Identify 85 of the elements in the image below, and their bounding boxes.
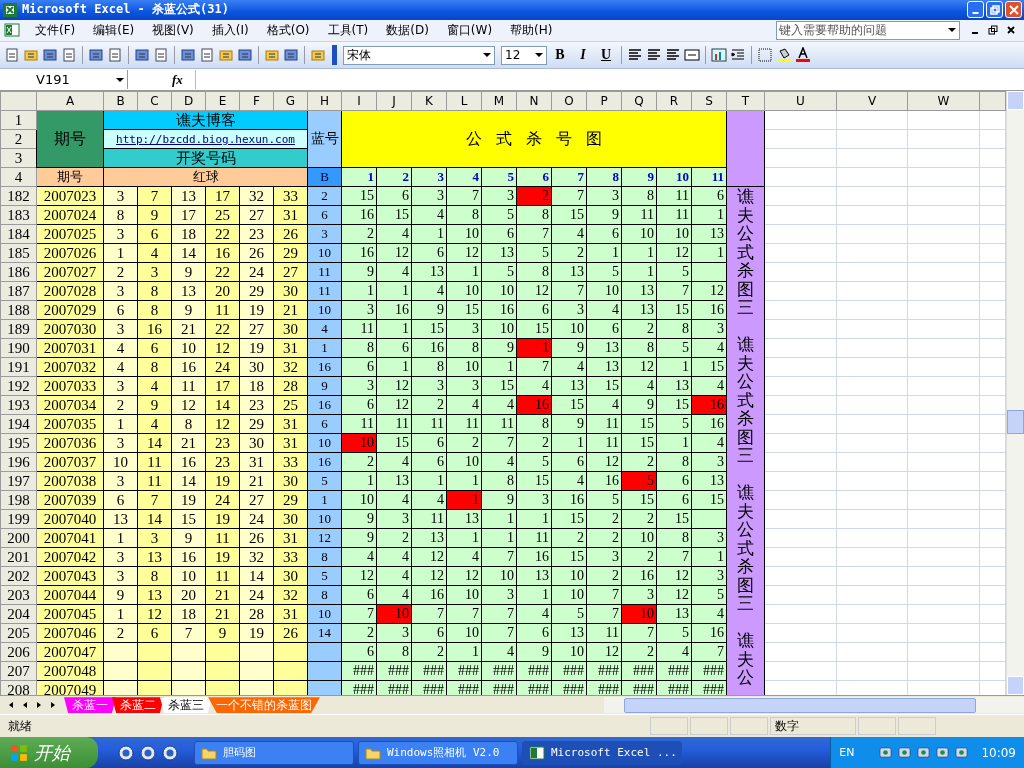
minimize-button[interactable]: [967, 1, 984, 19]
status-panel: [898, 717, 936, 736]
font-color-icon[interactable]: [795, 47, 811, 64]
maximize-button[interactable]: [986, 1, 1003, 19]
dropdown-arrow-icon[interactable]: [116, 77, 124, 82]
menu-item[interactable]: 插入(I): [202, 21, 258, 39]
column-header[interactable]: U: [764, 91, 837, 111]
chart-icon[interactable]: [711, 47, 727, 64]
merge-cells-icon[interactable]: [684, 47, 700, 64]
column-header[interactable]: I: [341, 91, 377, 111]
sheet-tab[interactable]: 杀蓝三: [160, 697, 212, 714]
close-icon[interactable]: [1006, 25, 1016, 36]
borders-icon[interactable]: [757, 47, 773, 64]
status-mode: 数字: [770, 717, 856, 736]
column-header[interactable]: H: [307, 91, 342, 111]
workbook-icon[interactable]: [4, 22, 20, 39]
column-header[interactable]: Q: [621, 91, 657, 111]
column-header[interactable]: M: [481, 91, 517, 111]
font-size-field[interactable]: 12: [501, 45, 547, 65]
horizontal-scrollbar[interactable]: [604, 697, 1024, 714]
column-header[interactable]: D: [171, 91, 206, 111]
column-header[interactable]: L: [446, 91, 482, 111]
flag-icon: [10, 743, 28, 762]
column-header[interactable]: P: [586, 91, 622, 111]
column-header[interactable]: T: [726, 91, 765, 111]
menu-item[interactable]: 视图(V): [143, 21, 203, 39]
taskbar-button[interactable]: Microsoft Excel ...: [522, 740, 682, 765]
name-box[interactable]: V191: [0, 70, 128, 90]
toolbar-grip-icon[interactable]: [332, 45, 337, 66]
spreadsheet-icon: [529, 744, 545, 761]
status-text: 就绪: [8, 717, 33, 735]
dropdown-arrow-icon: [948, 28, 956, 33]
column-header[interactable]: A: [36, 91, 104, 111]
minimize-icon: [972, 12, 979, 15]
dropdown-arrow-icon[interactable]: [483, 53, 491, 58]
status-panel: [650, 717, 688, 736]
column-header[interactable]: E: [205, 91, 240, 111]
column-header[interactable]: R: [656, 91, 692, 111]
column-header[interactable]: F: [239, 91, 274, 111]
column-header[interactable]: O: [551, 91, 587, 111]
status-panel: [858, 717, 896, 736]
font-name-field[interactable]: 宋体: [343, 45, 495, 65]
clock: 10:09: [981, 745, 1016, 760]
column-header[interactable]: N: [516, 91, 552, 111]
vertical-caption: 谯夫公式杀图三: [737, 483, 754, 613]
column-header[interactable]: J: [376, 91, 412, 111]
bold-button[interactable]: B: [550, 45, 570, 66]
underline-button[interactable]: U: [596, 45, 616, 66]
header-cell: 蓝号: [307, 110, 342, 168]
vertical-caption: 谯夫公式杀图三: [737, 187, 754, 317]
column-header[interactable]: G: [273, 91, 308, 111]
column-header[interactable]: B: [103, 91, 138, 111]
column-header[interactable]: K: [411, 91, 447, 111]
taskbar-button[interactable]: Windows照相机 V2.0: [358, 740, 518, 765]
dropdown-arrow-icon[interactable]: [535, 53, 543, 58]
menu-item[interactable]: 文件(F): [26, 21, 85, 39]
sheet-tab[interactable]: 杀蓝二: [112, 697, 164, 714]
status-panel: [730, 717, 768, 736]
menu-item[interactable]: 格式(O): [257, 21, 319, 39]
italic-button[interactable]: I: [573, 45, 593, 66]
help-search-field[interactable]: 键入需要帮助的问题: [776, 20, 960, 40]
window-title: Microsoft Excel - 杀蓝公式(31): [22, 1, 230, 19]
column-header[interactable]: C: [137, 91, 172, 111]
column-header[interactable]: S: [691, 91, 727, 111]
function-label[interactable]: fx: [172, 71, 183, 88]
vertical-caption: 谯夫公式杀图三: [737, 335, 754, 465]
menu-item[interactable]: 窗口(W): [437, 21, 502, 39]
header-cell: 期号: [36, 110, 104, 168]
vertical-scrollbar[interactable]: [1006, 91, 1024, 696]
menu-item[interactable]: 数据(D): [377, 21, 438, 39]
close-icon: [1008, 4, 1019, 15]
column-header[interactable]: V: [836, 91, 908, 111]
fill-color-icon[interactable]: [776, 47, 792, 64]
restore-icon[interactable]: [988, 25, 998, 36]
menu-item[interactable]: 帮助(H): [501, 21, 562, 39]
menu-item[interactable]: 编辑(E): [84, 21, 144, 39]
menu-item[interactable]: 工具(T): [318, 21, 378, 39]
vertical-caption: 谯夫公: [737, 631, 754, 687]
spreadsheet-icon: [2, 1, 18, 18]
column-header[interactable]: W: [907, 91, 980, 111]
restore-icon: [989, 4, 1000, 15]
taskbar-button[interactable]: 胆码图: [194, 740, 354, 765]
header-cell: 公 式 杀 号 图: [341, 110, 727, 168]
status-panel: [690, 717, 728, 736]
close-button[interactable]: [1005, 1, 1022, 19]
